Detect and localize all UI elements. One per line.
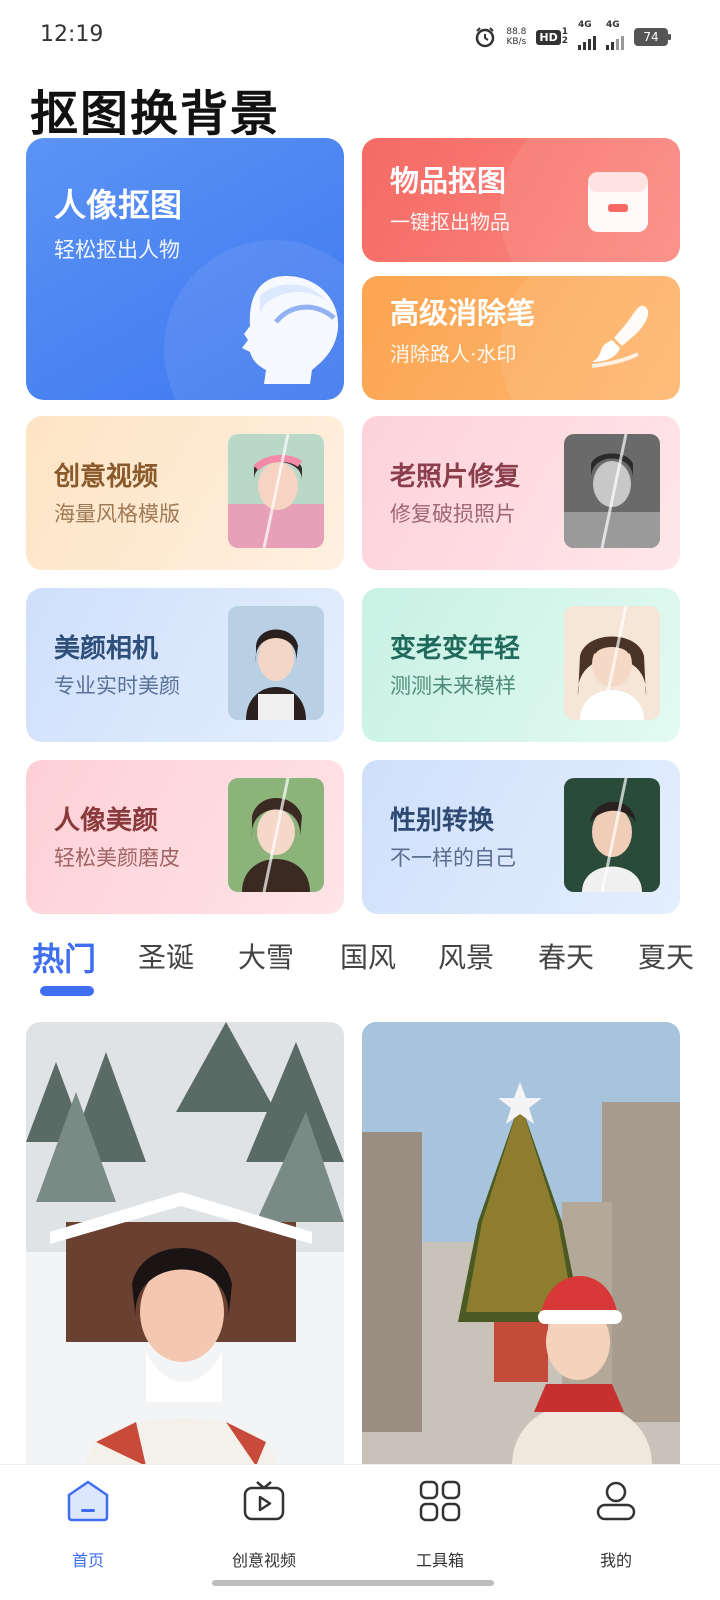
beauty-camera-title: 美颜相机 — [54, 634, 159, 664]
creative-video-subtitle: 海量风格模版 — [54, 502, 180, 526]
advanced-eraser-title: 高级消除笔 — [390, 296, 536, 330]
age-transform-card[interactable]: 变老变年轻 测测未来模样 — [362, 588, 680, 742]
creative-video-title: 创意视频 — [54, 462, 159, 492]
old-photo-restore-card[interactable]: 老照片修复 修复破损照片 — [362, 416, 680, 570]
tab-scenery[interactable]: 风景 — [438, 936, 494, 976]
portrait-beauty-title: 人像美颜 — [54, 806, 159, 836]
tab-chinese-style[interactable]: 国风 — [340, 936, 396, 976]
gender-swap-title: 性别转换 — [390, 806, 495, 836]
bottom-nav: 首页 创意视频 工具箱 我的 — [0, 1464, 720, 1600]
battery-icon: 74 — [634, 28, 671, 46]
age-transform-thumbnail — [564, 606, 660, 720]
home-indicator[interactable] — [212, 1580, 494, 1586]
beauty-camera-subtitle: 专业实时美颜 — [54, 674, 180, 698]
person-icon — [596, 1481, 636, 1521]
object-cutout-title: 物品抠图 — [390, 164, 507, 198]
brush-icon — [591, 305, 649, 368]
status-bar: 12:19 88.8 KB/s HD 1 2 4G 4G 74 — [0, 0, 720, 72]
tab-summer[interactable]: 夏天 — [638, 936, 694, 976]
grid-icon — [419, 1480, 461, 1522]
template-tile-christmas-tree[interactable] — [362, 1022, 680, 1466]
age-transform-subtitle: 测测未来模样 — [390, 674, 516, 698]
old-photo-restore-thumbnail — [564, 434, 660, 548]
gender-swap-subtitle: 不一样的自己 — [390, 846, 516, 870]
tv-play-icon — [243, 1481, 285, 1521]
portrait-beauty-thumbnail — [228, 778, 324, 892]
nav-creative-video[interactable]: 创意视频 — [204, 1479, 324, 1571]
advanced-eraser-subtitle: 消除路人·水印 — [390, 342, 517, 366]
nav-profile[interactable]: 我的 — [556, 1479, 676, 1571]
signal-icon: 4G — [578, 20, 596, 50]
tab-christmas[interactable]: 圣诞 — [138, 936, 194, 976]
alarm-icon — [476, 27, 495, 48]
portrait-cutout-card[interactable]: 人像抠图 轻松抠出人物 — [26, 138, 344, 400]
gender-swap-card[interactable]: 性别转换 不一样的自己 — [362, 760, 680, 914]
portrait-beauty-card[interactable]: 人像美颜 轻松美颜磨皮 — [26, 760, 344, 914]
hd-badge: HD — [536, 29, 561, 45]
category-tabs: 热门 圣诞 大雪 国风 风景 春天 夏天 — [0, 936, 720, 996]
object-cutout-subtitle: 一键抠出物品 — [390, 210, 510, 234]
status-time: 12:19 — [40, 22, 104, 47]
hd-indicator: HD 1 2 — [536, 28, 568, 46]
object-cutout-card[interactable]: 物品抠图 一键抠出物品 — [362, 138, 680, 262]
status-icons: 88.8 KB/s HD 1 2 4G 4G 74 — [474, 20, 671, 50]
tab-heavy-snow[interactable]: 大雪 — [238, 936, 294, 976]
tab-spring[interactable]: 春天 — [538, 936, 594, 976]
nav-toolbox[interactable]: 工具箱 — [380, 1479, 500, 1571]
page-title: 抠图换背景 — [30, 86, 281, 142]
nav-home-label: 首页 — [71, 1551, 104, 1570]
nav-home[interactable]: 首页 — [28, 1479, 148, 1571]
creative-video-card[interactable]: 创意视频 海量风格模版 — [26, 416, 344, 570]
template-tile-snow-cabin[interactable] — [26, 1022, 344, 1466]
advanced-eraser-card[interactable]: 高级消除笔 消除路人·水印 — [362, 276, 680, 400]
creative-video-thumbnail — [228, 434, 324, 548]
head-silhouette-icon — [242, 276, 339, 384]
portrait-cutout-subtitle: 轻松抠出人物 — [54, 238, 180, 262]
nav-creative-video-label: 创意视频 — [231, 1551, 296, 1570]
signal-icon: 4G — [606, 20, 624, 50]
old-photo-restore-title: 老照片修复 — [390, 462, 521, 492]
gender-swap-thumbnail — [564, 778, 660, 892]
old-photo-restore-subtitle: 修复破损照片 — [390, 502, 516, 526]
tab-hot[interactable]: 热门 — [32, 934, 96, 980]
portrait-cutout-title: 人像抠图 — [54, 186, 183, 224]
tab-indicator — [40, 986, 94, 996]
nav-profile-label: 我的 — [599, 1551, 632, 1570]
beauty-camera-thumbnail — [228, 606, 324, 720]
nav-toolbox-label: 工具箱 — [415, 1551, 464, 1570]
box-icon — [588, 172, 648, 232]
network-speed: 88.8 KB/s — [506, 27, 527, 47]
home-icon — [67, 1480, 109, 1522]
beauty-camera-card[interactable]: 美颜相机 专业实时美颜 — [26, 588, 344, 742]
portrait-beauty-subtitle: 轻松美颜磨皮 — [54, 846, 180, 870]
age-transform-title: 变老变年轻 — [390, 634, 521, 664]
